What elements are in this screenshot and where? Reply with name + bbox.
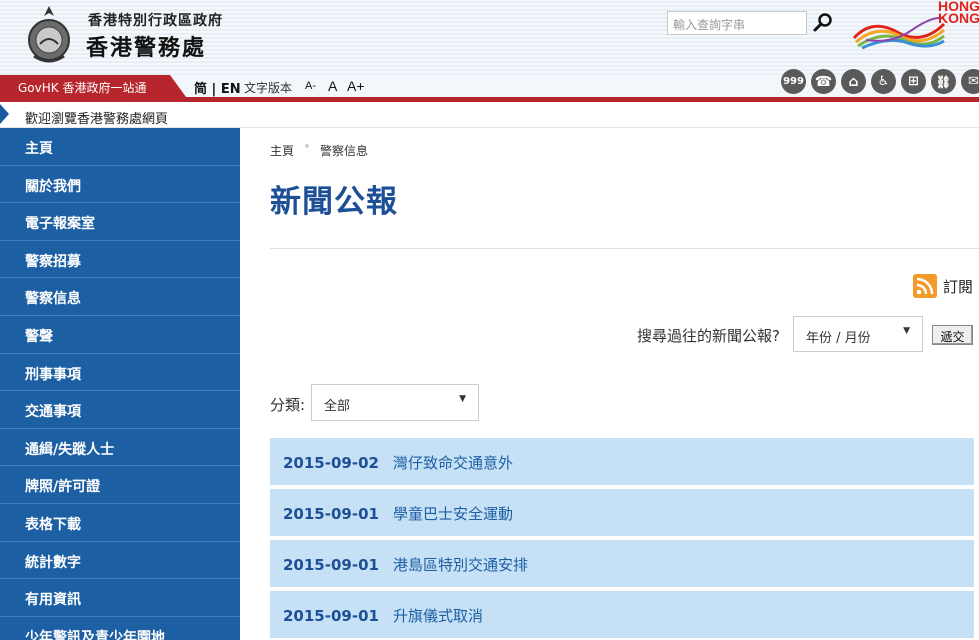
sidebar-item-junior-police[interactable]: 少年警訊及青少年園地 — [0, 617, 240, 640]
sidebar-item-about-us[interactable]: 關於我們 — [0, 166, 240, 204]
news-date: 2015-09-01 — [283, 607, 379, 625]
accessibility-icon[interactable]: ♿ — [871, 69, 896, 94]
title-divider — [270, 248, 979, 249]
font-size-normal-button[interactable]: A — [328, 78, 337, 94]
brand-hong-kong-logo[interactable] — [852, 10, 947, 50]
news-date: 2015-09-02 — [283, 454, 379, 472]
news-item[interactable]: 2015-09-01 港島區特別交通安排 — [270, 540, 974, 587]
welcome-text: 歡迎瀏覽香港警務處網頁 — [25, 112, 169, 127]
welcome-arrow-icon — [0, 104, 9, 124]
news-date: 2015-09-01 — [283, 505, 379, 523]
chevron-down-icon: ▼ — [459, 394, 466, 404]
sidebar-item-recruitment[interactable]: 警察招募 — [0, 241, 240, 279]
news-item[interactable]: 2015-09-01 升旗儀式取消 — [270, 591, 974, 638]
mail-icon[interactable]: ✉ — [961, 69, 979, 94]
lang-english-link[interactable]: EN — [221, 82, 241, 97]
breadcrumb-home-link[interactable]: 主頁 — [270, 144, 294, 158]
sidebar-item-forms-download[interactable]: 表格下載 — [0, 504, 240, 542]
sidebar-item-e-report-room[interactable]: 電子報案室 — [0, 203, 240, 241]
govhk-link[interactable]: GovHK 香港政府一站通 — [0, 75, 186, 97]
search-icon[interactable] — [812, 12, 834, 34]
category-select-value: 全部 — [324, 399, 351, 414]
archive-search-label: 搜尋過往的新聞公報? — [637, 327, 780, 345]
page-title: 新聞公報 — [270, 184, 398, 220]
sidebar-item-traffic-matters[interactable]: 交通事項 — [0, 391, 240, 429]
font-size-small-button[interactable]: A- — [305, 80, 316, 92]
year-month-select-value: 年份 / 月份 — [806, 331, 871, 346]
breadcrumb-police-info-link[interactable]: 警察信息 — [320, 144, 368, 158]
sidebar-nav: 主頁 關於我們 電子報案室 警察招募 警察信息 警聲 刑事事項 交通事項 通緝/… — [0, 128, 240, 640]
breadcrumb: 主頁 ˚ 警察信息 — [270, 142, 368, 159]
dept-police-name[interactable]: 香港警務處 — [86, 30, 206, 62]
police-emblem-logo[interactable] — [20, 4, 78, 66]
sidebar-item-crime-matters[interactable]: 刑事事項 — [0, 354, 240, 392]
phone-icon[interactable]: ☎ — [811, 69, 836, 94]
sidebar-item-licences[interactable]: 牌照/許可證 — [0, 466, 240, 504]
sitemap-icon[interactable]: ⊞ — [901, 69, 926, 94]
police-station-icon[interactable]: ⌂ — [841, 69, 866, 94]
news-date: 2015-09-01 — [283, 556, 379, 574]
site-header: 香港特別行政區政府 香港警務處 輸入查詢字串 HONG KONG — [0, 0, 979, 75]
news-title-link[interactable]: 港島區特別交通安排 — [393, 556, 528, 574]
font-size-large-button[interactable]: A+ — [347, 78, 365, 94]
sidebar-item-offbeat[interactable]: 警聲 — [0, 316, 240, 354]
year-month-select[interactable]: 年份 / 月份 ▼ — [793, 316, 923, 352]
news-title-link[interactable]: 學童巴士安全運動 — [393, 505, 513, 523]
news-item[interactable]: 2015-09-02 灣仔致命交通意外 — [270, 438, 974, 485]
rss-icon[interactable] — [913, 274, 937, 298]
lang-simplified-link[interactable]: 简 — [194, 82, 207, 97]
sidebar-item-police-info[interactable]: 警察信息 — [0, 278, 240, 316]
rss-subscribe-link[interactable]: 訂閱 — [943, 276, 973, 297]
sidebar-item-wanted-missing[interactable]: 通緝/失蹤人士 — [0, 429, 240, 467]
search-input[interactable]: 輸入查詢字串 — [667, 11, 807, 35]
news-title-link[interactable]: 升旗儀式取消 — [393, 607, 483, 625]
category-label: 分類: — [270, 396, 306, 414]
sidebar-item-home[interactable]: 主頁 — [0, 128, 240, 166]
language-switcher: 简 | EN — [194, 78, 241, 97]
dept-government-name: 香港特別行政區政府 — [88, 13, 223, 29]
news-title-link[interactable]: 灣仔致命交通意外 — [393, 454, 513, 472]
brand-line-2: KONG — [938, 10, 979, 26]
news-item[interactable]: 2015-09-01 學童巴士安全運動 — [270, 489, 974, 536]
category-select[interactable]: 全部 ▼ — [311, 384, 479, 421]
emergency-999-icon[interactable]: 999 — [781, 69, 806, 94]
sidebar-item-useful-info[interactable]: 有用資訊 — [0, 579, 240, 617]
breadcrumb-separator: ˚ — [304, 144, 311, 158]
chevron-down-icon: ▼ — [903, 326, 910, 336]
submit-button[interactable]: 遞交 — [932, 325, 973, 345]
brand-hong-kong-text: HONG KONG — [938, 0, 979, 26]
news-list: 2015-09-02 灣仔致命交通意外 2015-09-01 學童巴士安全運動 20… — [270, 438, 974, 640]
text-version-link[interactable]: 文字版本 — [244, 79, 292, 96]
sidebar-item-statistics[interactable]: 統計數字 — [0, 542, 240, 580]
link-icon[interactable]: ⛓ — [931, 69, 956, 94]
lang-divider: | — [211, 82, 221, 97]
